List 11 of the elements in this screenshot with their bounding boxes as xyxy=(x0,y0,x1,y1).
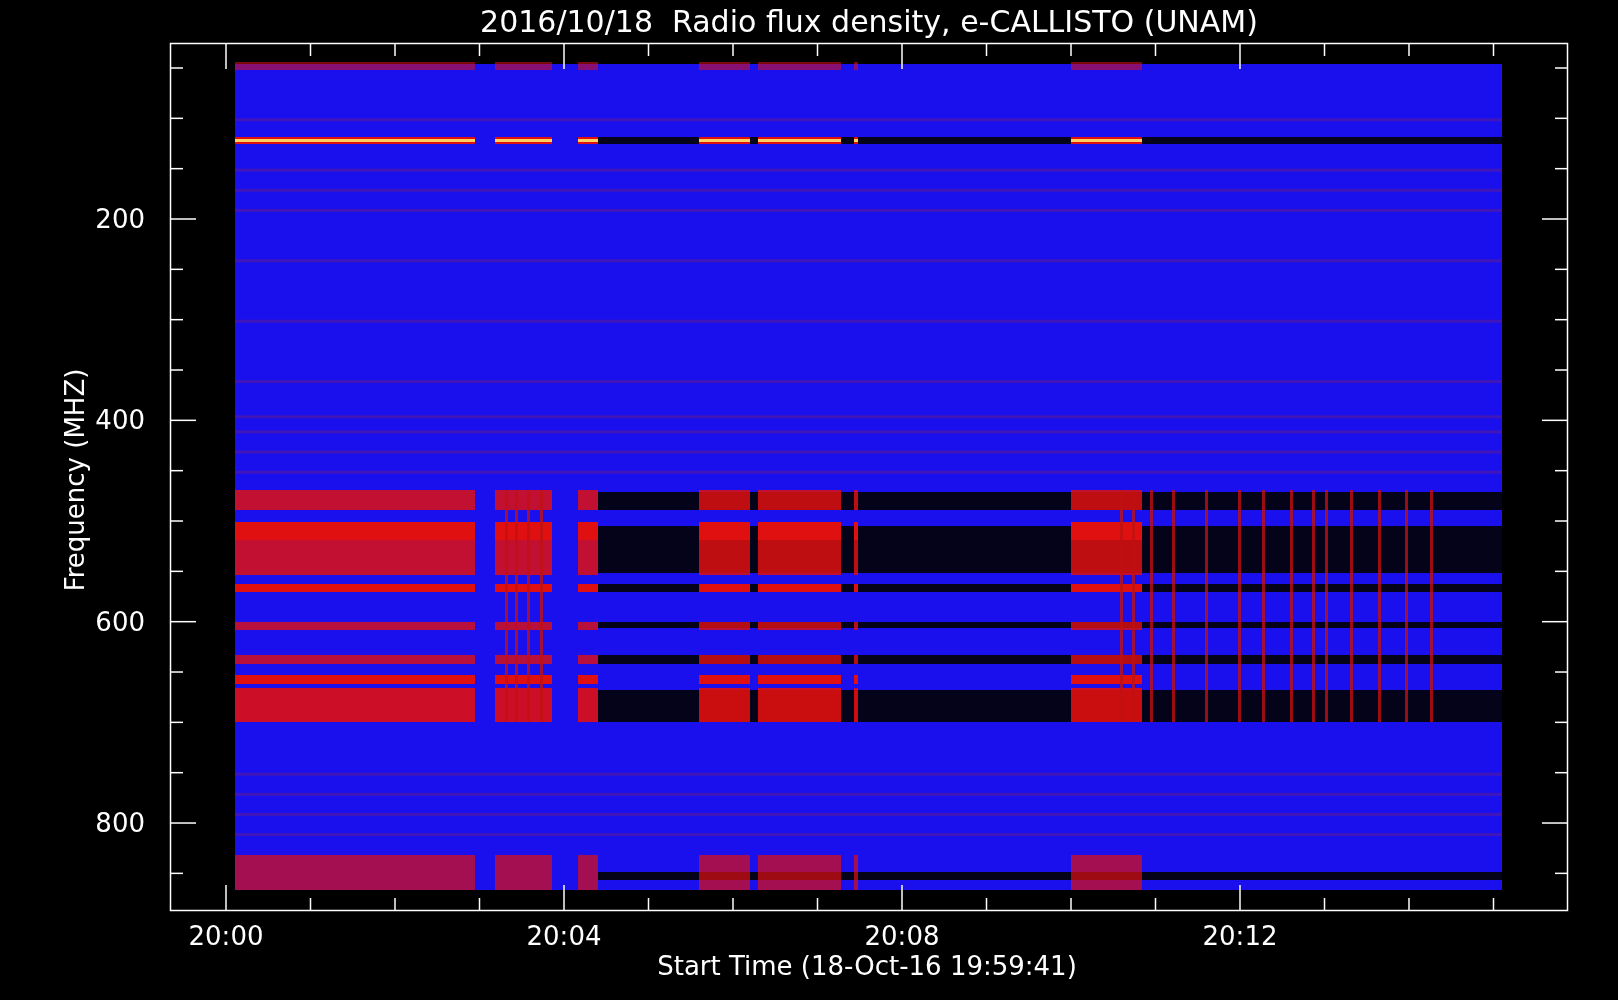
y-tick-label: 600 xyxy=(95,606,145,637)
y-tick-label: 400 xyxy=(95,405,145,436)
y-axis-title: Frequency (MHZ) xyxy=(60,368,90,592)
y-tick-label: 800 xyxy=(95,807,145,838)
x-tick-label: 20:08 xyxy=(864,921,940,951)
x-tick-label: 20:00 xyxy=(188,921,264,951)
x-tick-label: 20:12 xyxy=(1202,921,1278,951)
chart-title: 2016/10/18 Radio flux density, e-CALLISTO (UNAM) xyxy=(480,4,1258,39)
x-tick-label: 20:04 xyxy=(526,921,602,951)
y-tick-label: 200 xyxy=(95,204,145,234)
x-axis-title: Start Time (18-Oct-16 19:59:41) xyxy=(657,951,1077,981)
